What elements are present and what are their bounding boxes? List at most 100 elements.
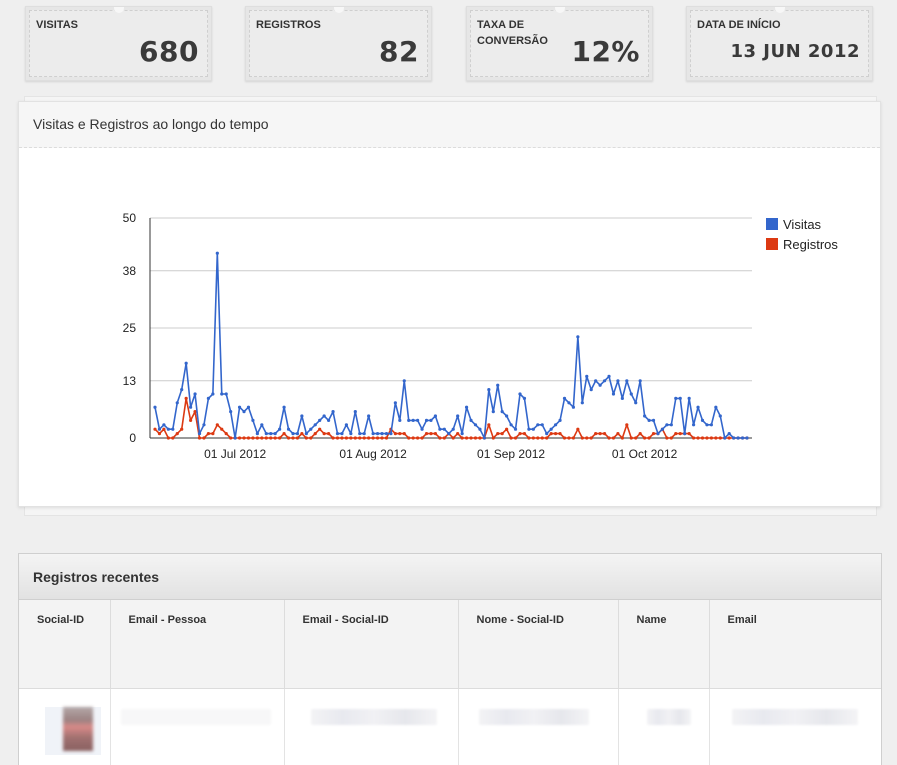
- data-point-registros: [304, 436, 308, 440]
- data-point-registros: [175, 432, 179, 436]
- stat-value: 82: [379, 35, 419, 68]
- data-point-registros: [202, 436, 206, 440]
- data-point-visitas: [273, 432, 277, 436]
- data-point-visitas: [171, 427, 175, 431]
- table-row[interactable]: [19, 688, 881, 765]
- stat-label: VISITAS: [36, 19, 78, 31]
- data-point-registros: [322, 432, 326, 436]
- table-header-row: Social-ID Email - Pessoa Email - Social-…: [19, 600, 881, 689]
- data-point-visitas: [233, 436, 237, 440]
- data-point-registros: [714, 436, 718, 440]
- recent-registrations-panel: Registros recentes Social-ID Email - Pes…: [18, 553, 882, 765]
- data-point-registros: [211, 432, 215, 436]
- data-point-visitas: [326, 418, 331, 422]
- column-header-email-pessoa[interactable]: Email - Pessoa: [110, 600, 285, 689]
- data-point-registros: [255, 436, 259, 440]
- redacted-text: [478, 708, 589, 725]
- data-point-registros: [464, 436, 469, 440]
- data-point-visitas: [255, 432, 259, 436]
- data-point-registros: [549, 432, 553, 436]
- stat-card-inner: REGISTROS 82: [249, 7, 428, 77]
- data-point-registros: [309, 436, 313, 440]
- data-point-registros: [362, 436, 366, 440]
- card-notch: [113, 7, 124, 13]
- data-point-visitas: [184, 361, 188, 365]
- data-point-visitas: [193, 392, 197, 396]
- data-point-registros: [411, 436, 415, 440]
- data-point-visitas: [384, 432, 389, 436]
- data-point-visitas: [157, 427, 162, 431]
- x-tick-label: 01 Oct 2012: [612, 447, 678, 461]
- data-point-visitas: [246, 405, 251, 409]
- data-point-visitas: [513, 427, 518, 431]
- data-point-registros: [269, 436, 273, 440]
- column-header-social-id[interactable]: Social-ID: [19, 600, 111, 689]
- data-point-registros: [340, 436, 344, 440]
- data-point-registros: [358, 436, 362, 440]
- column-header-nome-social-id[interactable]: Nome - Social-ID: [458, 600, 619, 689]
- legend-swatch-registros: [766, 238, 778, 250]
- data-point-visitas: [229, 410, 233, 414]
- data-point-registros: [197, 436, 202, 440]
- data-point-visitas: [331, 410, 335, 414]
- column-header-email-social-id[interactable]: Email - Social-ID: [284, 600, 459, 689]
- data-point-registros: [424, 432, 429, 436]
- data-point-registros: [527, 436, 531, 440]
- data-point-visitas: [166, 427, 170, 431]
- data-point-registros: [491, 436, 495, 440]
- data-point-visitas: [451, 427, 455, 431]
- data-point-registros: [496, 432, 500, 436]
- stat-card-inner: VISITAS 680: [29, 7, 208, 77]
- data-point-visitas: [215, 251, 219, 255]
- data-point-registros: [536, 436, 540, 440]
- data-point-registros: [416, 436, 420, 440]
- data-point-registros: [246, 436, 251, 440]
- stat-value: 680: [139, 35, 199, 68]
- data-point-visitas: [500, 410, 504, 414]
- data-point-visitas: [371, 432, 375, 436]
- data-point-visitas: [505, 414, 509, 418]
- stat-card-visitas: VISITAS 680: [25, 6, 212, 81]
- data-point-registros: [709, 436, 713, 440]
- data-point-visitas: [740, 436, 745, 440]
- data-point-visitas: [380, 432, 384, 436]
- avatar: [45, 706, 101, 755]
- data-point-registros: [522, 432, 527, 436]
- y-tick-label: 50: [123, 211, 137, 225]
- data-point-registros: [402, 432, 406, 436]
- data-point-registros: [353, 436, 357, 440]
- data-point-registros: [700, 436, 705, 440]
- data-point-registros: [237, 436, 242, 440]
- data-point-visitas: [732, 436, 736, 440]
- data-point-registros: [558, 432, 562, 436]
- data-point-registros: [585, 436, 589, 440]
- column-header-email[interactable]: Email: [709, 600, 881, 689]
- data-point-registros: [380, 436, 384, 440]
- column-header-name[interactable]: Name: [618, 600, 710, 689]
- data-point-visitas: [335, 432, 340, 436]
- data-point-registros: [460, 436, 464, 440]
- data-point-visitas: [362, 432, 366, 436]
- data-point-visitas: [509, 423, 513, 427]
- data-point-registros: [162, 427, 166, 431]
- data-point-visitas: [367, 414, 371, 418]
- data-point-visitas: [598, 383, 602, 387]
- data-point-registros: [567, 436, 571, 440]
- data-point-visitas: [260, 423, 264, 427]
- data-point-visitas: [705, 423, 709, 427]
- redacted-text: [731, 708, 858, 725]
- x-tick-label: 01 Sep 2012: [477, 447, 545, 461]
- data-point-registros: [509, 436, 513, 440]
- data-point-visitas: [594, 379, 598, 383]
- data-point-visitas: [206, 396, 211, 400]
- data-point-registros: [580, 436, 584, 440]
- data-point-visitas: [469, 418, 473, 422]
- data-point-visitas: [638, 379, 642, 383]
- data-point-registros: [206, 432, 211, 436]
- data-point-registros: [638, 432, 642, 436]
- redacted-text: [310, 708, 437, 725]
- x-tick-label: 01 Jul 2012: [204, 447, 266, 461]
- data-point-registros: [260, 436, 264, 440]
- data-point-visitas: [700, 418, 705, 422]
- data-point-visitas: [220, 392, 224, 396]
